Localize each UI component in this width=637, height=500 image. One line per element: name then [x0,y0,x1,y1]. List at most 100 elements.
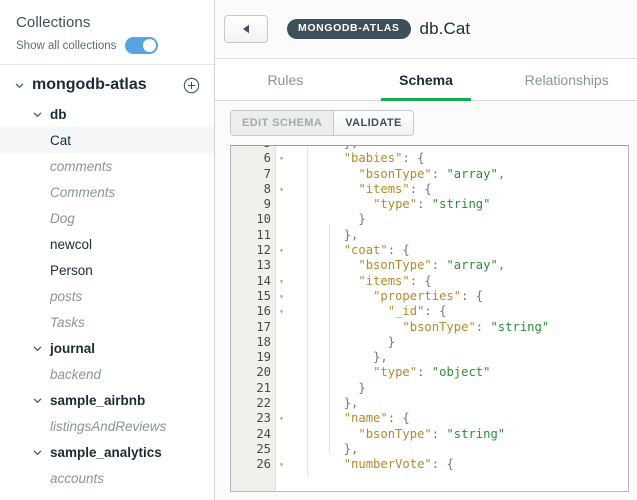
gutter-line-11: 11 [231,228,275,243]
collections-sidebar: Collections Show all collections mongodb… [0,0,215,500]
gutter-line-14: 14▾ [231,274,275,289]
editor-code-area[interactable]: }, "babies": { "bsonType": "array", "ite… [276,146,628,491]
sidebar-collection-accounts[interactable]: accounts [0,465,214,491]
sidebar-collection-label: Person [50,263,93,278]
sidebar-collection-listingsAndReviews[interactable]: listingsAndReviews [0,413,214,439]
sidebar-collection-label: listingsAndReviews [50,419,166,434]
gutter-line-24: 24 [231,427,275,442]
sidebar-database-label: sample_airbnb [50,393,145,408]
code-line-25: }, [276,442,628,457]
gutter-line-23: 23▾ [231,411,275,426]
gutter-line-10: 10 [231,212,275,227]
sidebar-collection-label: Cat [50,133,71,148]
main-panel: MONGODB-ATLAS db.Cat RulesSchemaRelation… [215,0,637,500]
sidebar-database-label: journal [50,341,95,356]
show-all-collections-row: Show all collections [16,37,214,54]
code-line-12: "coat": { [276,243,628,258]
gutter-line-13: 13 [231,258,275,273]
breadcrumb: MONGODB-ATLAS db.Cat [287,19,470,39]
gutter-line-19: 19 [231,350,275,365]
code-line-11: }, [276,228,628,243]
show-all-collections-toggle[interactable] [125,37,158,54]
chevron-down-icon [32,109,43,120]
gutter-line-20: 20 [231,365,275,380]
sidebar-database-journal[interactable]: journal [0,335,214,361]
code-line-15: "properties": { [276,289,628,304]
gutter-line-16: 16▾ [231,304,275,319]
sidebar-collection-backend[interactable]: backend [0,361,214,387]
chevron-down-icon [32,447,43,458]
code-line-24: "bsonType": "string" [276,427,628,442]
connection-pill[interactable]: MONGODB-ATLAS [287,19,411,39]
sidebar-collection-label: backend [50,367,101,382]
top-bar: MONGODB-ATLAS db.Cat [215,0,637,58]
tab-relationships[interactable]: Relationships [496,59,637,100]
sidebar-collection-newcol[interactable]: newcol [0,231,214,257]
gutter-line-8: 8▾ [231,182,275,197]
tab-bar: RulesSchemaRelationships [215,58,637,101]
sidebar-database-label: db [50,107,67,122]
show-all-collections-label: Show all collections [16,39,116,53]
editor-gutter: 56▾78▾9101112▾1314▾15▾16▾17181920212223▾… [231,146,276,491]
gutter-line-21: 21 [231,381,275,396]
sidebar-database-sample_analytics[interactable]: sample_analytics [0,439,214,465]
back-button[interactable] [224,15,268,43]
chevron-down-icon [14,80,25,91]
gutter-line-7: 7 [231,167,275,182]
collections-tree: mongodb-atlas db Cat comments Comments Dog new… [0,65,214,491]
sidebar-database-label: sample_analytics [50,445,162,460]
code-line-8: "items": { [276,182,628,197]
code-line-14: "items": { [276,274,628,289]
schema-toolbar: EDIT SCHEMA VALIDATE [215,101,637,145]
tab-rules[interactable]: Rules [215,59,356,100]
gutter-line-9: 9 [231,197,275,212]
code-line-21: } [276,381,628,396]
code-line-23: "name": { [276,411,628,426]
toggle-knob [143,39,156,52]
sidebar-collection-label: comments [50,159,112,174]
sidebar-database-sample_airbnb[interactable]: sample_airbnb [0,387,214,413]
gutter-line-18: 18 [231,335,275,350]
sidebar-database-db[interactable]: db [0,101,214,127]
back-arrow-icon [242,24,251,34]
sidebar-collection-comments[interactable]: comments [0,153,214,179]
code-line-18: } [276,335,628,350]
sidebar-instance-row[interactable]: mongodb-atlas [0,69,214,101]
code-line-22: }, [276,396,628,411]
edit-schema-button[interactable]: EDIT SCHEMA [231,111,333,135]
code-line-7: "bsonType": "array", [276,167,628,182]
gutter-line-17: 17 [231,320,275,335]
gutter-line-25: 25 [231,442,275,457]
schema-json-editor[interactable]: 56▾78▾9101112▾1314▾15▾16▾17181920212223▾… [230,145,629,492]
gutter-line-12: 12▾ [231,243,275,258]
sidebar-collection-posts[interactable]: posts [0,283,214,309]
sidebar-collection-Tasks[interactable]: Tasks [0,309,214,335]
sidebar-collection-label: Comments [50,185,115,200]
sidebar-collection-label: Dog [50,211,75,226]
sidebar-collection-Person[interactable]: Person [0,257,214,283]
plus-circle-icon[interactable] [183,77,200,94]
code-line-13: "bsonType": "array", [276,258,628,273]
chevron-down-icon [32,343,43,354]
sidebar-collection-label: newcol [50,237,92,252]
schema-mode-group: EDIT SCHEMA VALIDATE [230,110,414,136]
validate-button[interactable]: VALIDATE [333,111,413,135]
gutter-bottom-fade [231,477,275,491]
gutter-line-6: 6▾ [231,151,275,166]
gutter-line-15: 15▾ [231,289,275,304]
code-bottom-fade [276,477,628,491]
code-line-17: "bsonType": "string" [276,320,628,335]
code-line-6: "babies": { [276,151,628,166]
sidebar-collection-Cat[interactable]: Cat [0,127,214,153]
code-line-16: "_id": { [276,304,628,319]
tab-schema[interactable]: Schema [356,59,497,100]
sidebar-collection-label: Tasks [50,315,85,330]
app-root: Collections Show all collections mongodb… [0,0,637,500]
sidebar-collection-label: accounts [50,471,104,486]
sidebar-collection-Comments[interactable]: Comments [0,179,214,205]
code-line-20: "type": "object" [276,365,628,380]
code-line-9: "type": "string" [276,197,628,212]
sidebar-collection-label: posts [50,289,82,304]
sidebar-collection-Dog[interactable]: Dog [0,205,214,231]
code-line-26: "numberVote": { [276,457,628,472]
